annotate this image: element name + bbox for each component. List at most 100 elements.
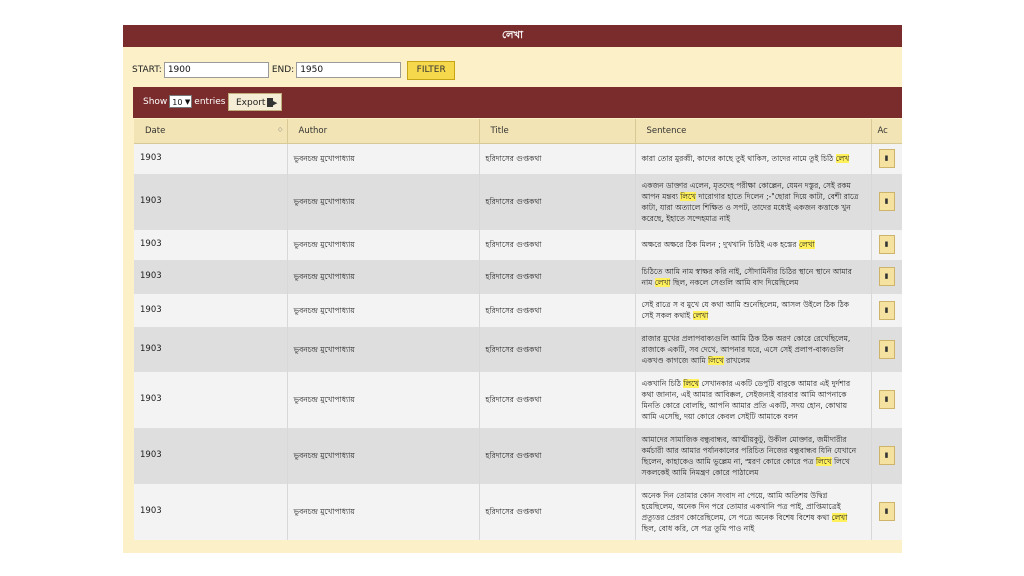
chevron-down-icon: ▼	[184, 98, 191, 106]
table-toolbar: Show 10 ▼ entries Export ▶	[133, 87, 902, 118]
keyword-highlight: লিখে	[815, 456, 832, 466]
cell-title: হরিদাসের গুপ্তকথা	[479, 483, 636, 540]
keyword-highlight: লিখে	[708, 355, 724, 365]
cell-sentence: সেই রাত্রে স ব মুখে যে কথা আমি শুনেছিলেম…	[635, 293, 872, 327]
cell-date: 1903	[134, 293, 288, 327]
table-row: 1903 ভুবনচন্দ্র মুখোপাধ্যায় হরিদাসের গুপ্…	[134, 427, 902, 484]
show-label: Show	[143, 96, 168, 107]
cell-author: ভুবনচন্দ্র মুখোপাধ্যায়	[287, 143, 480, 174]
column-header-date[interactable]: Date ◇	[134, 119, 288, 144]
row-action-button[interactable]: ▮	[878, 267, 895, 286]
cell-title: হরিদাসের গুপ্তকথা	[479, 229, 636, 260]
cell-action: ▮	[871, 483, 902, 540]
cell-author: ভুবনচন্দ্র মুখোপাধ্যায়	[287, 326, 480, 372]
cell-date: 1903	[134, 427, 288, 484]
table-header-row: Date ◇ Author Title Sentence Ac	[134, 119, 902, 144]
cell-author: ভুবনচন্দ্র মুখোপাধ্যায়	[287, 293, 480, 327]
table-row: 1903 ভুবনচন্দ্র মুখোপাধ্যায় হরিদাসের গুপ্…	[134, 326, 902, 372]
filter-button[interactable]: FILTER	[407, 60, 456, 80]
cell-sentence: একজন ডাক্তার এলেন, মৃতদেহ পরীক্ষা কোল্লে…	[635, 173, 872, 230]
keyword-highlight: লেখ	[835, 154, 850, 164]
column-header-action[interactable]: Ac	[871, 119, 902, 144]
table-row: 1903 ভুবনচন্দ্র মুখোপাধ্যায় হরিদাসের গুপ্…	[134, 371, 902, 428]
table-row: 1903 ভুবনচন্দ্র মুখোপাধ্যায় হরিদাসের গুপ্…	[134, 143, 902, 174]
row-action-button[interactable]: ▮	[878, 235, 895, 254]
cell-author: ভুবনচন্দ্র মুখোপাধ্যায়	[287, 229, 480, 260]
sentence-text: অক্ষরে অক্ষরে ঠিক মিলন ; দুখখানি চিঠিই এ…	[641, 240, 799, 249]
table-row: 1903 ভুবনচন্দ্র মুখোপাধ্যায় হরিদাসের গুপ্…	[134, 229, 902, 260]
main-panel: লেখা START: END: FILTER Show 10 ▼ entrie…	[123, 25, 902, 553]
cell-action: ▮	[871, 427, 902, 484]
date-filter-bar: START: END: FILTER	[132, 60, 456, 80]
sentence-text: কারা তোর মুরব্বী, কাদের কাছে তুই থাকিস, …	[641, 154, 836, 164]
table-row: 1903 ভুবনচন্দ্র মুখোপাধ্যায় হরিদাসের গুপ্…	[134, 293, 902, 327]
entries-select[interactable]: 10 ▼	[169, 95, 193, 108]
cell-action: ▮	[871, 143, 902, 174]
cell-sentence: রাজার মুখের প্রলাপবাক্যগুলি আমি ঠিক ঠিক …	[635, 326, 872, 372]
results-table: Date ◇ Author Title Sentence Ac 1903 ভুবনচ…	[134, 119, 902, 540]
export-button[interactable]: Export ▶	[228, 93, 282, 111]
cell-sentence: আমাদের সামাজিক বন্ধুবান্ধব, আত্মীয়কুটু,…	[635, 427, 872, 484]
row-action-button[interactable]: ▮	[878, 502, 895, 521]
entries-control: Show 10 ▼ entries	[143, 95, 226, 108]
column-header-sentence[interactable]: Sentence	[635, 119, 872, 144]
cell-title: হরিদাসের গুপ্তকথা	[479, 293, 636, 327]
cell-date: 1903	[134, 326, 288, 372]
cell-date: 1903	[134, 173, 288, 230]
sentence-text: একখানি চিঠি	[641, 378, 684, 388]
cell-title: হরিদাসের গুপ্তকথা	[479, 371, 636, 428]
cell-title: হরিদাসের গুপ্তকথা	[479, 326, 636, 372]
export-icon: ▶	[267, 98, 277, 107]
cell-title: হরিদাসের গুপ্তকথা	[479, 143, 636, 174]
sort-icon: ◇	[277, 126, 283, 133]
cell-author: ভুবনচন্দ্র মুখোপাধ্যায়	[287, 371, 480, 428]
cell-author: ভুবনচন্দ্র মুখোপাধ্যায়	[287, 483, 480, 540]
cell-action: ▮	[871, 173, 902, 230]
keyword-highlight: লিখে	[680, 191, 696, 201]
cell-title: হরিদাসের গুপ্তকথা	[479, 173, 636, 230]
start-year-input[interactable]	[163, 62, 269, 78]
column-header-title[interactable]: Title	[479, 119, 636, 144]
entries-label: entries	[194, 96, 226, 107]
export-label: Export	[236, 98, 266, 108]
end-label: END:	[271, 65, 295, 75]
row-action-button[interactable]: ▮	[878, 300, 895, 320]
entries-value: 10	[172, 98, 183, 107]
keyword-highlight: লেখা	[692, 311, 709, 320]
keyword-highlight: লিখে	[683, 378, 699, 388]
keyword-highlight: লেখা	[798, 240, 815, 249]
cell-title: হরিদাসের গুপ্তকথা	[479, 427, 636, 484]
cell-action: ▮	[871, 259, 902, 294]
keyword-highlight: লেখা	[831, 512, 848, 522]
end-year-input[interactable]	[296, 62, 402, 78]
cell-sentence: চিঠিতে আমি নাম স্বাক্ষর করি নাই, সৌদামিন…	[635, 259, 872, 294]
sentence-text: সেই রাত্রে স ব মুখে যে কথা আমি শুনেছিলেম…	[641, 300, 850, 320]
cell-sentence: অনেক দিন তোমার কোন সংবাদ না পেয়ে, আমি অ…	[635, 483, 872, 540]
cell-author: ভুবনচন্দ্র মুখোপাধ্যায়	[287, 259, 480, 294]
row-action-button[interactable]: ▮	[878, 192, 895, 211]
row-action-button[interactable]: ▮	[878, 149, 895, 169]
table-row: 1903 ভুবনচন্দ্র মুখোপাধ্যায় হরিদাসের গুপ্…	[134, 259, 902, 294]
cell-author: ভুবনচন্দ্র মুখোপাধ্যায়	[287, 173, 480, 230]
table-body: 1903 ভুবনচন্দ্র মুখোপাধ্যায় হরিদাসের গুপ্…	[134, 143, 902, 540]
row-action-button[interactable]: ▮	[878, 446, 895, 465]
cell-date: 1903	[134, 143, 288, 174]
cell-action: ▮	[871, 371, 902, 428]
cell-date: 1903	[134, 259, 288, 294]
cell-action: ▮	[871, 293, 902, 327]
row-action-button[interactable]: ▮	[878, 390, 895, 409]
cell-action: ▮	[871, 326, 902, 372]
sentence-text: ছিল, নকলে সেগুলি আমি বাদ দিয়েছিলেম	[670, 277, 799, 287]
sentence-text: রাখলেম	[723, 355, 751, 365]
row-action-button[interactable]: ▮	[878, 339, 895, 359]
cell-sentence: একখানি চিঠি লিখে সেখানকার একটি ডেপুটি বা…	[635, 371, 872, 428]
sentence-text: অনেক দিন তোমার কোন সংবাদ না পেয়ে, আমি অ…	[641, 490, 841, 522]
table-row: 1903 ভুবনচন্দ্র মুখোপাধ্যায় হরিদাসের গুপ্…	[134, 483, 902, 540]
column-header-author[interactable]: Author	[287, 119, 480, 144]
cell-title: হরিদাসের গুপ্তকথা	[479, 259, 636, 294]
keyword-highlight: লেখা	[654, 277, 671, 287]
cell-sentence: অক্ষরে অক্ষরে ঠিক মিলন ; দুখখানি চিঠিই এ…	[635, 229, 872, 260]
cell-date: 1903	[134, 229, 288, 260]
cell-sentence: কারা তোর মুরব্বী, কাদের কাছে তুই থাকিস, …	[635, 143, 872, 174]
cell-author: ভুবনচন্দ্র মুখোপাধ্যায়	[287, 427, 480, 484]
